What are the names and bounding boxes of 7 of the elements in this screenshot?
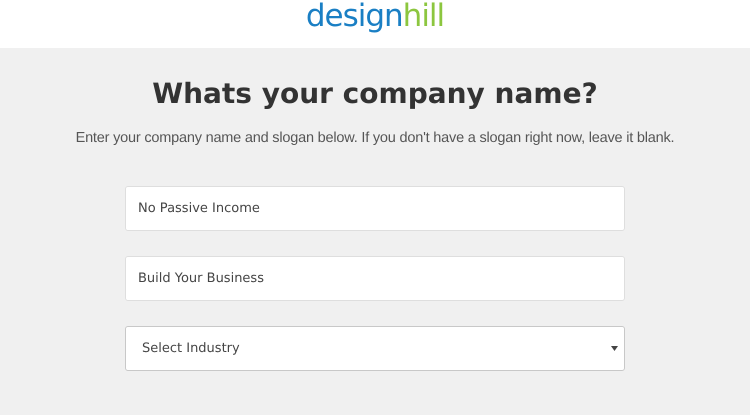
- input-field[interactable]: No Passive Income: [125, 186, 625, 231]
- input-field[interactable]: Build Your Business: [125, 256, 625, 301]
- instructions-text: Enter your company name and slogan below. If you don't have a slogan right now, leave it blank.: [76, 130, 674, 146]
- industry-dropdown[interactable]: Select Industry: [125, 326, 625, 371]
- caret-icon: [611, 345, 618, 352]
- page-title: Whats your company name?: [152, 77, 598, 110]
- logo[interactable]: designhill: [306, 0, 444, 34]
